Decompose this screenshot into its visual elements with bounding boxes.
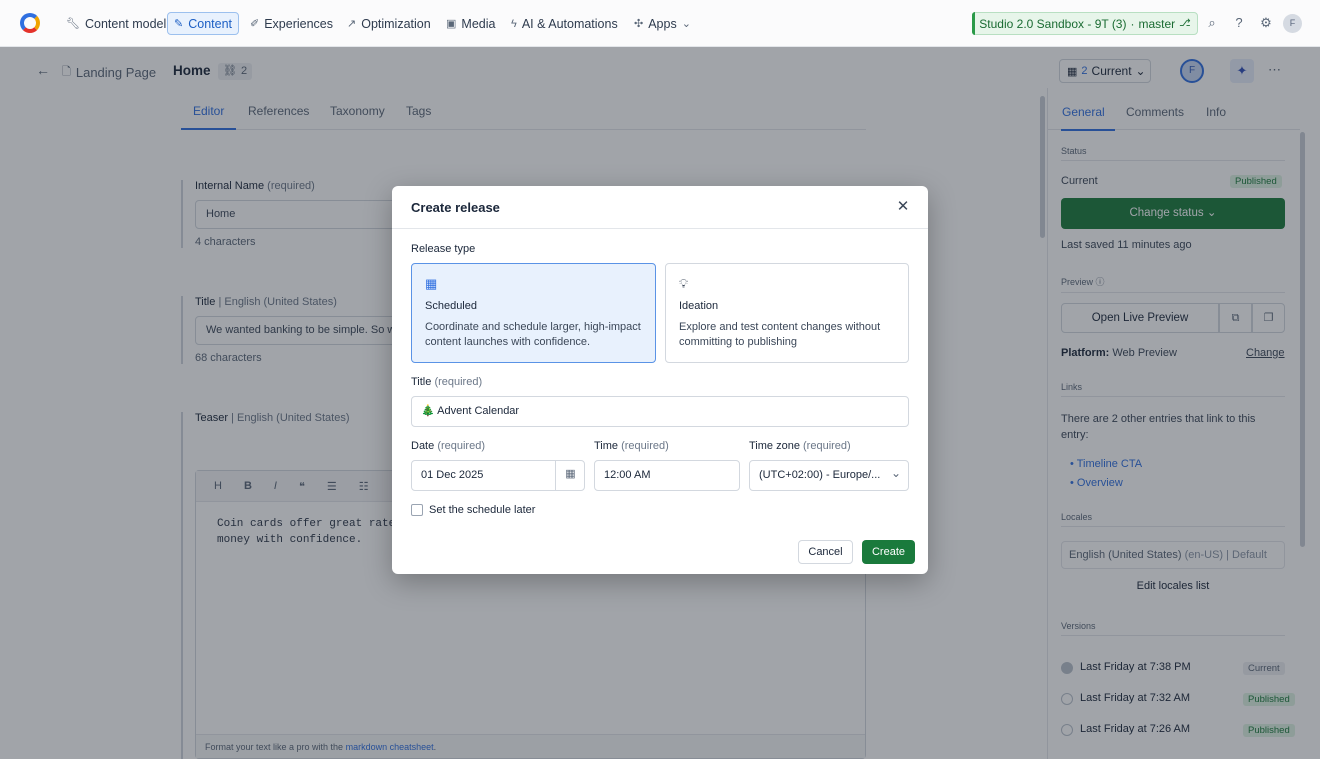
help-icon[interactable]: ? bbox=[1231, 15, 1247, 31]
brush-icon: ✐ bbox=[250, 18, 260, 30]
chevron-down-icon: ⌄ bbox=[681, 18, 691, 30]
wrench-icon: 🔧︎ bbox=[66, 18, 80, 30]
schedule-later-label[interactable]: Set the schedule later bbox=[429, 504, 535, 516]
release-type-description: Coordinate and schedule larger, high-imp… bbox=[425, 321, 641, 348]
schedule-later-checkbox[interactable] bbox=[411, 504, 423, 516]
lightbulb-icon: 💡︎ bbox=[679, 276, 689, 291]
contentful-logo-icon[interactable] bbox=[20, 13, 40, 33]
release-type-label: Release type bbox=[411, 243, 476, 255]
release-type-ideation[interactable]: 💡︎ Ideation Explore and test content cha… bbox=[665, 263, 909, 363]
nav-media[interactable]: ▣ Media bbox=[440, 12, 501, 35]
trend-icon: ↗ bbox=[347, 18, 357, 30]
nav-content[interactable]: ✎ Content bbox=[167, 12, 239, 35]
nav-optimization[interactable]: ↗ Optimization bbox=[341, 12, 437, 35]
calendar-picker-icon[interactable]: ▦ bbox=[555, 460, 585, 491]
image-icon: ▣ bbox=[446, 18, 457, 30]
user-avatar[interactable]: F bbox=[1283, 14, 1302, 33]
cancel-button[interactable]: Cancel bbox=[798, 540, 853, 564]
close-icon[interactable]: ✕ bbox=[895, 199, 911, 215]
release-type-name: Ideation bbox=[679, 300, 719, 312]
timezone-value: (UTC+02:00) - Europe/... bbox=[759, 469, 881, 481]
calendar-icon: ▦ bbox=[425, 276, 438, 291]
dialog-title: Create release bbox=[411, 200, 500, 215]
release-type-scheduled[interactable]: ▦ Scheduled Coordinate and schedule larg… bbox=[411, 263, 656, 363]
timezone-select[interactable]: (UTC+02:00) - Europe/... bbox=[749, 460, 909, 491]
time-input[interactable]: 12:00 AM bbox=[594, 460, 740, 491]
environment-switcher[interactable]: Studio 2.0 Sandbox - 9T (3) · master ⎇ bbox=[972, 12, 1198, 35]
branch-icon: ⎇ bbox=[1179, 18, 1191, 29]
environment-name: Studio 2.0 Sandbox - 9T (3) bbox=[979, 16, 1127, 31]
create-button[interactable]: Create bbox=[862, 540, 915, 564]
puzzle-icon: ✣ bbox=[634, 18, 644, 30]
title-label: Title (required) bbox=[411, 376, 483, 388]
timezone-label: Time zone (required) bbox=[749, 440, 851, 452]
date-label: Date (required) bbox=[411, 440, 485, 452]
search-icon[interactable]: ⌕ bbox=[1204, 15, 1220, 31]
nav-content-model-label: Content model bbox=[84, 16, 167, 31]
nav-content-model[interactable]: 🔧︎ Content model bbox=[60, 12, 172, 35]
nav-media-label: Media bbox=[461, 16, 496, 31]
nav-content-label: Content bbox=[188, 16, 232, 31]
nav-optimization-label: Optimization bbox=[361, 16, 431, 31]
top-nav: 🔧︎ Content model ✎ Content ✐ Experiences… bbox=[0, 0, 1320, 47]
dialog-header: Create release ✕ bbox=[392, 186, 928, 229]
gear-icon[interactable]: ⚙ bbox=[1258, 15, 1274, 31]
nav-apps-label: Apps bbox=[648, 16, 677, 31]
release-type-description: Explore and test content changes without… bbox=[679, 321, 881, 348]
nav-experiences[interactable]: ✐ Experiences bbox=[244, 12, 339, 35]
time-label: Time (required) bbox=[594, 440, 669, 452]
nav-apps[interactable]: ✣ Apps ⌄ bbox=[628, 12, 697, 35]
nav-ai-label: AI & Automations bbox=[521, 16, 618, 31]
environment-branch: master bbox=[1138, 16, 1176, 31]
release-type-name: Scheduled bbox=[425, 300, 477, 312]
bolt-icon: ϟ bbox=[511, 17, 517, 30]
create-release-dialog: Create release ✕ Release type ▦ Schedule… bbox=[392, 186, 928, 574]
pencil-icon: ✎ bbox=[174, 18, 184, 30]
nav-ai-automations[interactable]: ϟ AI & Automations bbox=[505, 12, 624, 35]
release-title-input[interactable]: 🎄 Advent Calendar bbox=[411, 396, 909, 427]
nav-experiences-label: Experiences bbox=[264, 16, 334, 31]
chevron-down-icon: ⌄ bbox=[891, 466, 902, 480]
